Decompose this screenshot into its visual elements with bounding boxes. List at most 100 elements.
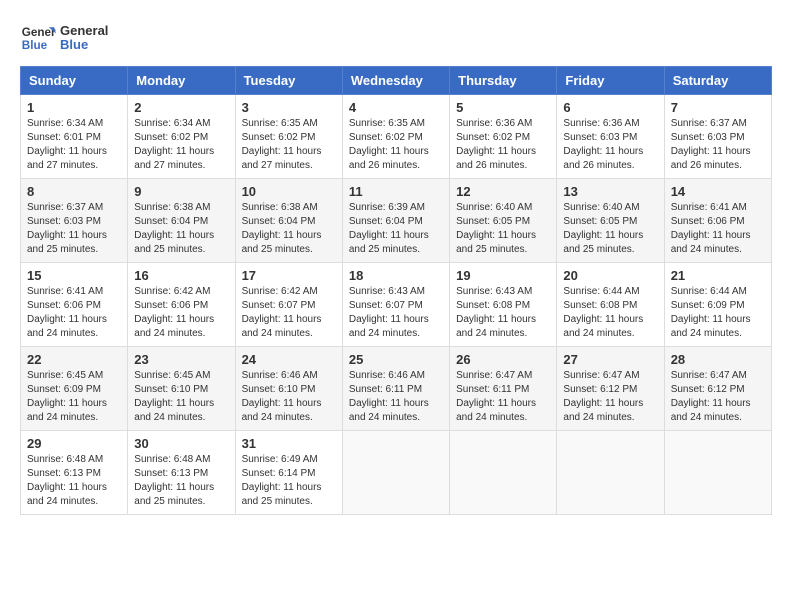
- day-info: Sunrise: 6:40 AMSunset: 6:05 PMDaylight:…: [456, 201, 550, 257]
- day-info: Sunrise: 6:48 AMSunset: 6:13 PMDaylight:…: [27, 453, 121, 509]
- calendar-day-21: 21 Sunrise: 6:44 AMSunset: 6:09 PMDayligh…: [664, 263, 771, 347]
- calendar-day-25: 25 Sunrise: 6:46 AMSunset: 6:11 PMDayligh…: [342, 347, 449, 431]
- header-friday: Friday: [557, 67, 664, 95]
- header-tuesday: Tuesday: [235, 67, 342, 95]
- day-number: 26: [456, 352, 550, 367]
- day-info: Sunrise: 6:43 AMSunset: 6:08 PMDaylight:…: [456, 285, 550, 341]
- calendar-day-15: 15Sunrise: 6:41 AMSunset: 6:06 PMDayligh…: [21, 263, 128, 347]
- day-number: 18: [349, 268, 443, 283]
- calendar-day-8: 8Sunrise: 6:37 AMSunset: 6:03 PMDaylight…: [21, 179, 128, 263]
- day-info: Sunrise: 6:39 AMSunset: 6:04 PMDaylight:…: [349, 201, 443, 257]
- day-number: 12: [456, 184, 550, 199]
- calendar-day-31: 31Sunrise: 6:49 AMSunset: 6:14 PMDayligh…: [235, 431, 342, 515]
- calendar-day-19: 19 Sunrise: 6:43 AMSunset: 6:08 PMDayligh…: [450, 263, 557, 347]
- day-info: Sunrise: 6:35 AMSunset: 6:02 PMDaylight:…: [349, 117, 443, 173]
- empty-cell: [450, 431, 557, 515]
- day-info: Sunrise: 6:37 AMSunset: 6:03 PMDaylight:…: [27, 201, 121, 257]
- calendar-day-20: 20 Sunrise: 6:44 AMSunset: 6:08 PMDayligh…: [557, 263, 664, 347]
- day-info: Sunrise: 6:43 AMSunset: 6:07 PMDaylight:…: [349, 285, 443, 341]
- day-number: 30: [134, 436, 228, 451]
- day-number: 31: [242, 436, 336, 451]
- calendar-day-14: 14Sunrise: 6:41 AMSunset: 6:06 PMDayligh…: [664, 179, 771, 263]
- calendar-day-28: 28 Sunrise: 6:47 AMSunset: 6:12 PMDayligh…: [664, 347, 771, 431]
- header-monday: Monday: [128, 67, 235, 95]
- logo-blue: Blue: [60, 38, 108, 52]
- day-number: 6: [563, 100, 657, 115]
- day-info: Sunrise: 6:36 AMSunset: 6:03 PMDaylight:…: [563, 117, 657, 173]
- day-number: 10: [242, 184, 336, 199]
- day-number: 24: [242, 352, 336, 367]
- calendar-week-4: 22Sunrise: 6:45 AMSunset: 6:09 PMDayligh…: [21, 347, 772, 431]
- day-number: 25: [349, 352, 443, 367]
- day-info: Sunrise: 6:38 AMSunset: 6:04 PMDaylight:…: [134, 201, 228, 257]
- day-info: Sunrise: 6:34 AMSunset: 6:02 PMDaylight:…: [134, 117, 228, 173]
- calendar-day-23: 23Sunrise: 6:45 AMSunset: 6:10 PMDayligh…: [128, 347, 235, 431]
- day-number: 29: [27, 436, 121, 451]
- day-number: 5: [456, 100, 550, 115]
- calendar-week-1: 1 Sunrise: 6:34 AMSunset: 6:01 PMDaylight…: [21, 95, 772, 179]
- day-number: 16: [134, 268, 228, 283]
- day-info: Sunrise: 6:38 AMSunset: 6:04 PMDaylight:…: [242, 201, 336, 257]
- day-info: Sunrise: 6:35 AMSunset: 6:02 PMDaylight:…: [242, 117, 336, 173]
- calendar-day-5: 5 Sunrise: 6:36 AMSunset: 6:02 PMDaylight…: [450, 95, 557, 179]
- day-info: Sunrise: 6:46 AMSunset: 6:10 PMDaylight:…: [242, 369, 336, 425]
- header-thursday: Thursday: [450, 67, 557, 95]
- logo-icon: General Blue: [20, 20, 56, 56]
- logo: General Blue General Blue: [20, 20, 108, 56]
- calendar-day-22: 22Sunrise: 6:45 AMSunset: 6:09 PMDayligh…: [21, 347, 128, 431]
- calendar-day-24: 24 Sunrise: 6:46 AMSunset: 6:10 PMDayligh…: [235, 347, 342, 431]
- day-info: Sunrise: 6:46 AMSunset: 6:11 PMDaylight:…: [349, 369, 443, 425]
- empty-cell: [664, 431, 771, 515]
- day-info: Sunrise: 6:44 AMSunset: 6:09 PMDaylight:…: [671, 285, 765, 341]
- day-info: Sunrise: 6:41 AMSunset: 6:06 PMDaylight:…: [27, 285, 121, 341]
- day-number: 28: [671, 352, 765, 367]
- day-number: 21: [671, 268, 765, 283]
- calendar-day-12: 12 Sunrise: 6:40 AMSunset: 6:05 PMDayligh…: [450, 179, 557, 263]
- empty-cell: [557, 431, 664, 515]
- header-wednesday: Wednesday: [342, 67, 449, 95]
- calendar-table: SundayMondayTuesdayWednesdayThursdayFrid…: [20, 66, 772, 515]
- calendar-day-30: 30 Sunrise: 6:48 AMSunset: 6:13 PMDayligh…: [128, 431, 235, 515]
- day-number: 4: [349, 100, 443, 115]
- day-info: Sunrise: 6:44 AMSunset: 6:08 PMDaylight:…: [563, 285, 657, 341]
- day-number: 20: [563, 268, 657, 283]
- day-info: Sunrise: 6:45 AMSunset: 6:09 PMDaylight:…: [27, 369, 121, 425]
- day-number: 2: [134, 100, 228, 115]
- calendar-day-3: 3 Sunrise: 6:35 AMSunset: 6:02 PMDaylight…: [235, 95, 342, 179]
- calendar-day-9: 9Sunrise: 6:38 AMSunset: 6:04 PMDaylight…: [128, 179, 235, 263]
- day-number: 19: [456, 268, 550, 283]
- calendar-day-7: 7Sunrise: 6:37 AMSunset: 6:03 PMDaylight…: [664, 95, 771, 179]
- header-saturday: Saturday: [664, 67, 771, 95]
- calendar-day-26: 26 Sunrise: 6:47 AMSunset: 6:11 PMDayligh…: [450, 347, 557, 431]
- calendar-header-row: SundayMondayTuesdayWednesdayThursdayFrid…: [21, 67, 772, 95]
- day-number: 11: [349, 184, 443, 199]
- calendar-day-16: 16 Sunrise: 6:42 AMSunset: 6:06 PMDayligh…: [128, 263, 235, 347]
- day-info: Sunrise: 6:42 AMSunset: 6:07 PMDaylight:…: [242, 285, 336, 341]
- day-info: Sunrise: 6:42 AMSunset: 6:06 PMDaylight:…: [134, 285, 228, 341]
- calendar-week-3: 15Sunrise: 6:41 AMSunset: 6:06 PMDayligh…: [21, 263, 772, 347]
- day-number: 1: [27, 100, 121, 115]
- day-number: 14: [671, 184, 765, 199]
- day-number: 13: [563, 184, 657, 199]
- day-info: Sunrise: 6:45 AMSunset: 6:10 PMDaylight:…: [134, 369, 228, 425]
- day-number: 27: [563, 352, 657, 367]
- calendar-day-29: 29 Sunrise: 6:48 AMSunset: 6:13 PMDayligh…: [21, 431, 128, 515]
- day-number: 3: [242, 100, 336, 115]
- calendar-week-5: 29 Sunrise: 6:48 AMSunset: 6:13 PMDayligh…: [21, 431, 772, 515]
- day-info: Sunrise: 6:47 AMSunset: 6:11 PMDaylight:…: [456, 369, 550, 425]
- day-info: Sunrise: 6:36 AMSunset: 6:02 PMDaylight:…: [456, 117, 550, 173]
- calendar-day-17: 17 Sunrise: 6:42 AMSunset: 6:07 PMDayligh…: [235, 263, 342, 347]
- logo-general: General: [60, 24, 108, 38]
- calendar-day-10: 10 Sunrise: 6:38 AMSunset: 6:04 PMDayligh…: [235, 179, 342, 263]
- day-number: 17: [242, 268, 336, 283]
- day-info: Sunrise: 6:34 AMSunset: 6:01 PMDaylight:…: [27, 117, 121, 173]
- calendar-day-18: 18 Sunrise: 6:43 AMSunset: 6:07 PMDayligh…: [342, 263, 449, 347]
- header: General Blue General Blue: [20, 20, 772, 56]
- empty-cell: [342, 431, 449, 515]
- calendar-day-11: 11 Sunrise: 6:39 AMSunset: 6:04 PMDayligh…: [342, 179, 449, 263]
- day-info: Sunrise: 6:47 AMSunset: 6:12 PMDaylight:…: [671, 369, 765, 425]
- day-info: Sunrise: 6:47 AMSunset: 6:12 PMDaylight:…: [563, 369, 657, 425]
- calendar-week-2: 8Sunrise: 6:37 AMSunset: 6:03 PMDaylight…: [21, 179, 772, 263]
- day-info: Sunrise: 6:37 AMSunset: 6:03 PMDaylight:…: [671, 117, 765, 173]
- day-info: Sunrise: 6:48 AMSunset: 6:13 PMDaylight:…: [134, 453, 228, 509]
